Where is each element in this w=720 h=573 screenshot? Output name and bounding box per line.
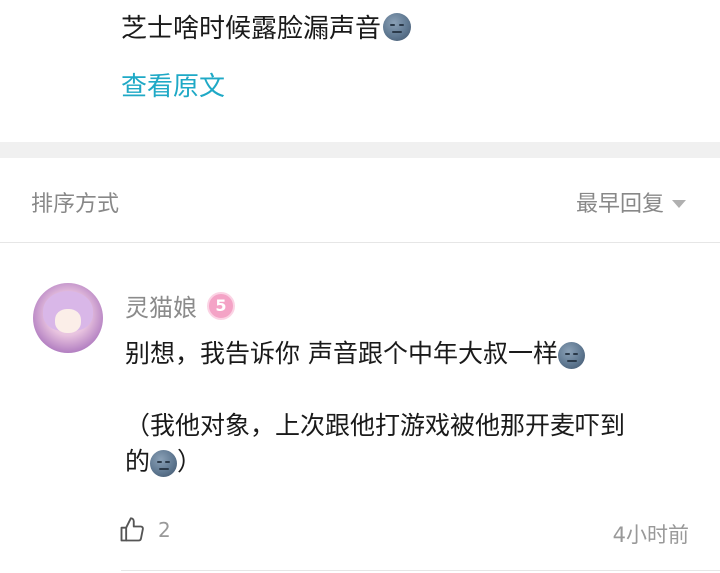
chevron-down-icon xyxy=(672,199,686,208)
username[interactable]: 灵猫娘 xyxy=(125,288,197,323)
original-post: 芝士啥时候露脸漏声音 查看原文 xyxy=(0,0,720,142)
level-badge: 5 xyxy=(207,291,235,320)
comment-line-1-text: 别想，我告诉你 声音跟个中年大叔一样 xyxy=(125,339,558,368)
section-separator xyxy=(0,142,720,158)
comment-line-3-start: 的 xyxy=(125,447,151,476)
avatar-face xyxy=(55,309,81,333)
sort-bar: 排序方式 最早回复 xyxy=(0,158,720,243)
comment-blank-line xyxy=(125,372,695,408)
view-original-link[interactable]: 查看原文 xyxy=(121,66,225,103)
moon-face-emoji-icon xyxy=(383,12,412,41)
avatar[interactable] xyxy=(33,283,103,353)
comment-line-3-end: ） xyxy=(177,447,203,476)
moon-face-emoji-icon xyxy=(150,449,178,477)
sort-order-value: 最早回复 xyxy=(575,192,664,217)
like-count: 2 xyxy=(158,518,171,542)
sort-label: 排序方式 xyxy=(31,192,120,217)
like-button[interactable]: 2 xyxy=(118,516,171,544)
divider xyxy=(121,570,720,571)
original-post-text: 芝士啥时候露脸漏声音 xyxy=(121,8,412,45)
moon-face-emoji-icon xyxy=(557,341,585,369)
sort-order-dropdown[interactable]: 最早回复 xyxy=(576,186,686,218)
comment-line-1: 别想，我告诉你 声音跟个中年大叔一样 xyxy=(125,336,695,372)
comment-body: 别想，我告诉你 声音跟个中年大叔一样 （我他对象，上次跟他打游戏被他那开麦吓到 … xyxy=(125,336,695,480)
thumbs-up-icon xyxy=(120,517,144,542)
comment-line-2: （我他对象，上次跟他打游戏被他那开麦吓到 xyxy=(125,411,626,440)
comment-timestamp: 4小时前 xyxy=(612,523,689,547)
comment-line-3: 的） xyxy=(125,444,695,480)
original-post-content: 芝士啥时候露脸漏声音 xyxy=(121,14,382,44)
comment-author: 灵猫娘 5 xyxy=(125,288,235,323)
